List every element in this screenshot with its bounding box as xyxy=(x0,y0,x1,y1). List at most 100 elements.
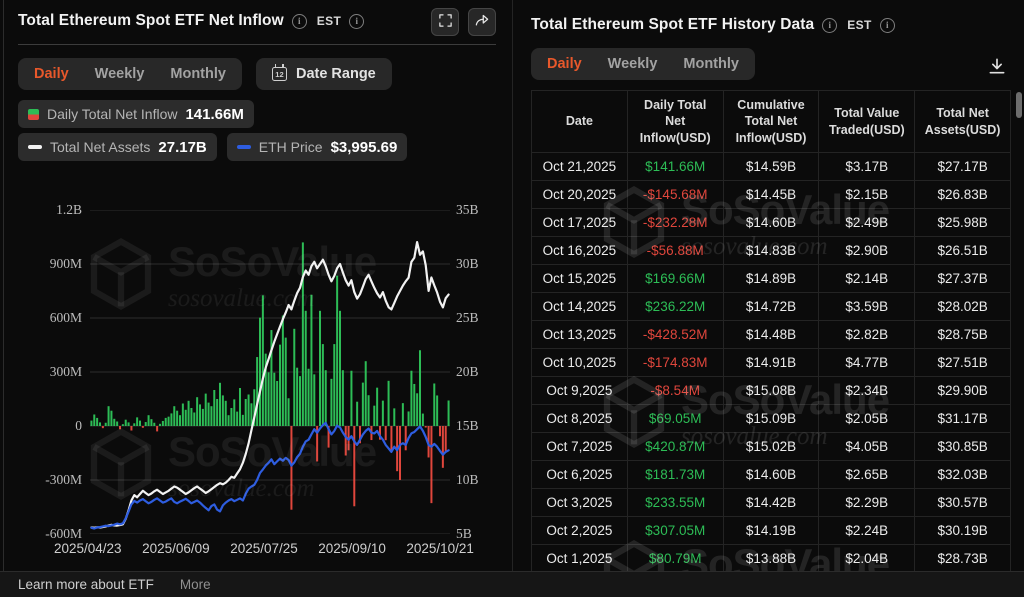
chart-canvas xyxy=(90,209,450,535)
info-icon[interactable]: i xyxy=(291,13,307,29)
cell-cumulative: $14.60B xyxy=(722,460,820,489)
net-inflow-title: Total Ethereum Spot ETF Net Inflow xyxy=(18,12,284,29)
table-row[interactable]: Oct 17,2025 -$232.28M $14.60B $2.49B $25.98B xyxy=(531,208,1011,237)
cell-cumulative: $14.59B xyxy=(722,152,820,181)
y-tick-left: 0 xyxy=(75,418,82,433)
table-row[interactable]: Oct 6,2025 $181.73M $14.60B $2.65B $32.03B xyxy=(531,460,1011,489)
inflow-frequency-tabs: Daily Weekly Monthly xyxy=(18,58,242,90)
inflow-tab-daily[interactable]: Daily xyxy=(34,66,69,82)
download-button[interactable] xyxy=(984,54,1010,80)
info-icon[interactable]: i xyxy=(822,17,838,33)
cell-date: Oct 14,2025 xyxy=(531,292,628,321)
cell-assets: $25.98B xyxy=(914,208,1011,237)
cell-date: Oct 9,2025 xyxy=(531,376,628,405)
table-row[interactable]: Oct 7,2025 $420.87M $15.02B $4.05B $30.85B xyxy=(531,432,1011,461)
cell-assets: $27.37B xyxy=(914,264,1011,293)
y-axis-left: 1.2B 900M 600M 300M 0 -300M -600M xyxy=(4,202,82,541)
cell-date: Oct 16,2025 xyxy=(531,236,628,265)
share-icon xyxy=(474,13,490,31)
x-tick-label: 2025/09/10 xyxy=(318,541,386,556)
cell-cumulative: $14.42B xyxy=(722,488,820,517)
cell-traded: $2.82B xyxy=(818,320,916,349)
cell-assets: $30.19B xyxy=(914,516,1011,545)
table-row[interactable]: Oct 20,2025 -$145.68M $14.45B $2.15B $26.83B xyxy=(531,180,1011,209)
y-tick-left: -300M xyxy=(45,472,82,487)
cell-cumulative: $14.89B xyxy=(722,264,820,293)
cell-inflow: -$174.83M xyxy=(626,348,724,377)
cell-assets: $32.03B xyxy=(914,460,1011,489)
cell-date: Oct 7,2025 xyxy=(531,432,628,461)
y-tick-right: 30B xyxy=(456,256,479,271)
timezone-label: EST xyxy=(847,18,872,32)
fullscreen-icon xyxy=(438,13,453,31)
y-tick-left: 900M xyxy=(49,256,82,271)
history-tab-monthly[interactable]: Monthly xyxy=(683,56,739,72)
table-scrollbar[interactable] xyxy=(1016,92,1022,118)
cell-assets: $26.83B xyxy=(914,180,1011,209)
cell-traded: $2.90B xyxy=(818,236,916,265)
table-row[interactable]: Oct 21,2025 $141.66M $14.59B $3.17B $27.17B xyxy=(531,152,1011,181)
history-tab-weekly[interactable]: Weekly xyxy=(608,56,658,72)
cell-cumulative: $14.60B xyxy=(722,208,820,237)
table-row[interactable]: Oct 1,2025 $80.79M $13.88B $2.04B $28.73B xyxy=(531,544,1011,571)
history-tab-daily[interactable]: Daily xyxy=(547,56,582,72)
info-icon[interactable]: i xyxy=(349,13,365,29)
legend-value: 141.66M xyxy=(185,105,244,123)
cell-assets: $29.90B xyxy=(914,376,1011,405)
cell-inflow: -$232.28M xyxy=(626,208,724,237)
info-icon[interactable]: i xyxy=(879,17,895,33)
y-tick-right: 15B xyxy=(456,418,479,433)
legend-eth-price[interactable]: ETH Price $3,995.69 xyxy=(226,133,408,161)
cell-assets: $27.17B xyxy=(914,152,1011,181)
legend-total-net-assets[interactable]: Total Net Assets 27.17B xyxy=(18,133,217,161)
cell-cumulative: $14.83B xyxy=(722,236,820,265)
x-tick-label: 2025/04/23 xyxy=(54,541,122,556)
history-table: Date Daily Total Net Inflow(USD) Cumulativ… xyxy=(531,90,1011,571)
table-row[interactable]: Oct 10,2025 -$174.83M $14.91B $4.77B $27.51B xyxy=(531,348,1011,377)
cell-date: Oct 6,2025 xyxy=(531,460,628,489)
y-tick-left: 300M xyxy=(49,364,82,379)
net-inflow-panel: Total Ethereum Spot ETF Net Inflow i EST… xyxy=(4,0,512,571)
inflow-tab-weekly[interactable]: Weekly xyxy=(95,66,145,82)
cell-cumulative: $14.19B xyxy=(722,516,820,545)
table-row[interactable]: Oct 13,2025 -$428.52M $14.48B $2.82B $28.75B xyxy=(531,320,1011,349)
cell-traded: $4.77B xyxy=(818,348,916,377)
history-frequency-tabs: Daily Weekly Monthly xyxy=(531,48,755,80)
date-range-button[interactable]: 12 Date Range xyxy=(255,58,392,90)
table-row[interactable]: Oct 3,2025 $233.55M $14.42B $2.29B $30.57B xyxy=(531,488,1011,517)
fullscreen-button[interactable] xyxy=(431,8,459,36)
cell-traded: $2.04B xyxy=(818,544,916,571)
cell-cumulative: $14.45B xyxy=(722,180,820,209)
table-row[interactable]: Oct 14,2025 $236.22M $14.72B $3.59B $28.02B xyxy=(531,292,1011,321)
table-row[interactable]: Oct 8,2025 $69.05M $15.09B $2.05B $31.17B xyxy=(531,404,1011,433)
chart-legend: Daily Total Net Inflow 141.66M Total Net… xyxy=(18,100,408,166)
y-axis-right: 35B 30B 25B 20B 15B 10B 5B xyxy=(456,202,512,541)
cell-traded: $2.65B xyxy=(818,460,916,489)
cell-assets: $28.73B xyxy=(914,544,1011,571)
x-tick-label: 2025/07/25 xyxy=(230,541,298,556)
history-data-panel: Total Ethereum Spot ETF History Data i E… xyxy=(512,0,1024,571)
cell-inflow: -$428.52M xyxy=(626,320,724,349)
bar-series-swatch-icon xyxy=(28,108,39,120)
legend-value: 27.17B xyxy=(158,138,207,156)
cell-traded: $2.49B xyxy=(818,208,916,237)
legend-daily-net-inflow[interactable]: Daily Total Net Inflow 141.66M xyxy=(18,100,254,128)
table-row[interactable]: Oct 16,2025 -$56.88M $14.83B $2.90B $26.51B xyxy=(531,236,1011,265)
cell-date: Oct 15,2025 xyxy=(531,264,628,293)
y-tick-right: 10B xyxy=(456,472,479,487)
cell-cumulative: $15.08B xyxy=(722,376,820,405)
cell-inflow: $233.55M xyxy=(626,488,724,517)
download-icon xyxy=(987,58,1007,79)
learn-more-link[interactable]: Learn more about ETF xyxy=(18,577,154,592)
table-row[interactable]: Oct 2,2025 $307.05M $14.19B $2.24B $30.19B xyxy=(531,516,1011,545)
cell-assets: $30.57B xyxy=(914,488,1011,517)
table-row[interactable]: Oct 9,2025 -$8.54M $15.08B $2.34B $29.90B xyxy=(531,376,1011,405)
cell-assets: $30.85B xyxy=(914,432,1011,461)
table-row[interactable]: Oct 15,2025 $169.66M $14.89B $2.14B $27.37B xyxy=(531,264,1011,293)
share-button[interactable] xyxy=(468,8,496,36)
net-inflow-chart[interactable] xyxy=(90,209,450,535)
cell-traded: $2.29B xyxy=(818,488,916,517)
cell-inflow: -$56.88M xyxy=(626,236,724,265)
inflow-tab-monthly[interactable]: Monthly xyxy=(170,66,226,82)
more-link[interactable]: More xyxy=(180,577,211,592)
